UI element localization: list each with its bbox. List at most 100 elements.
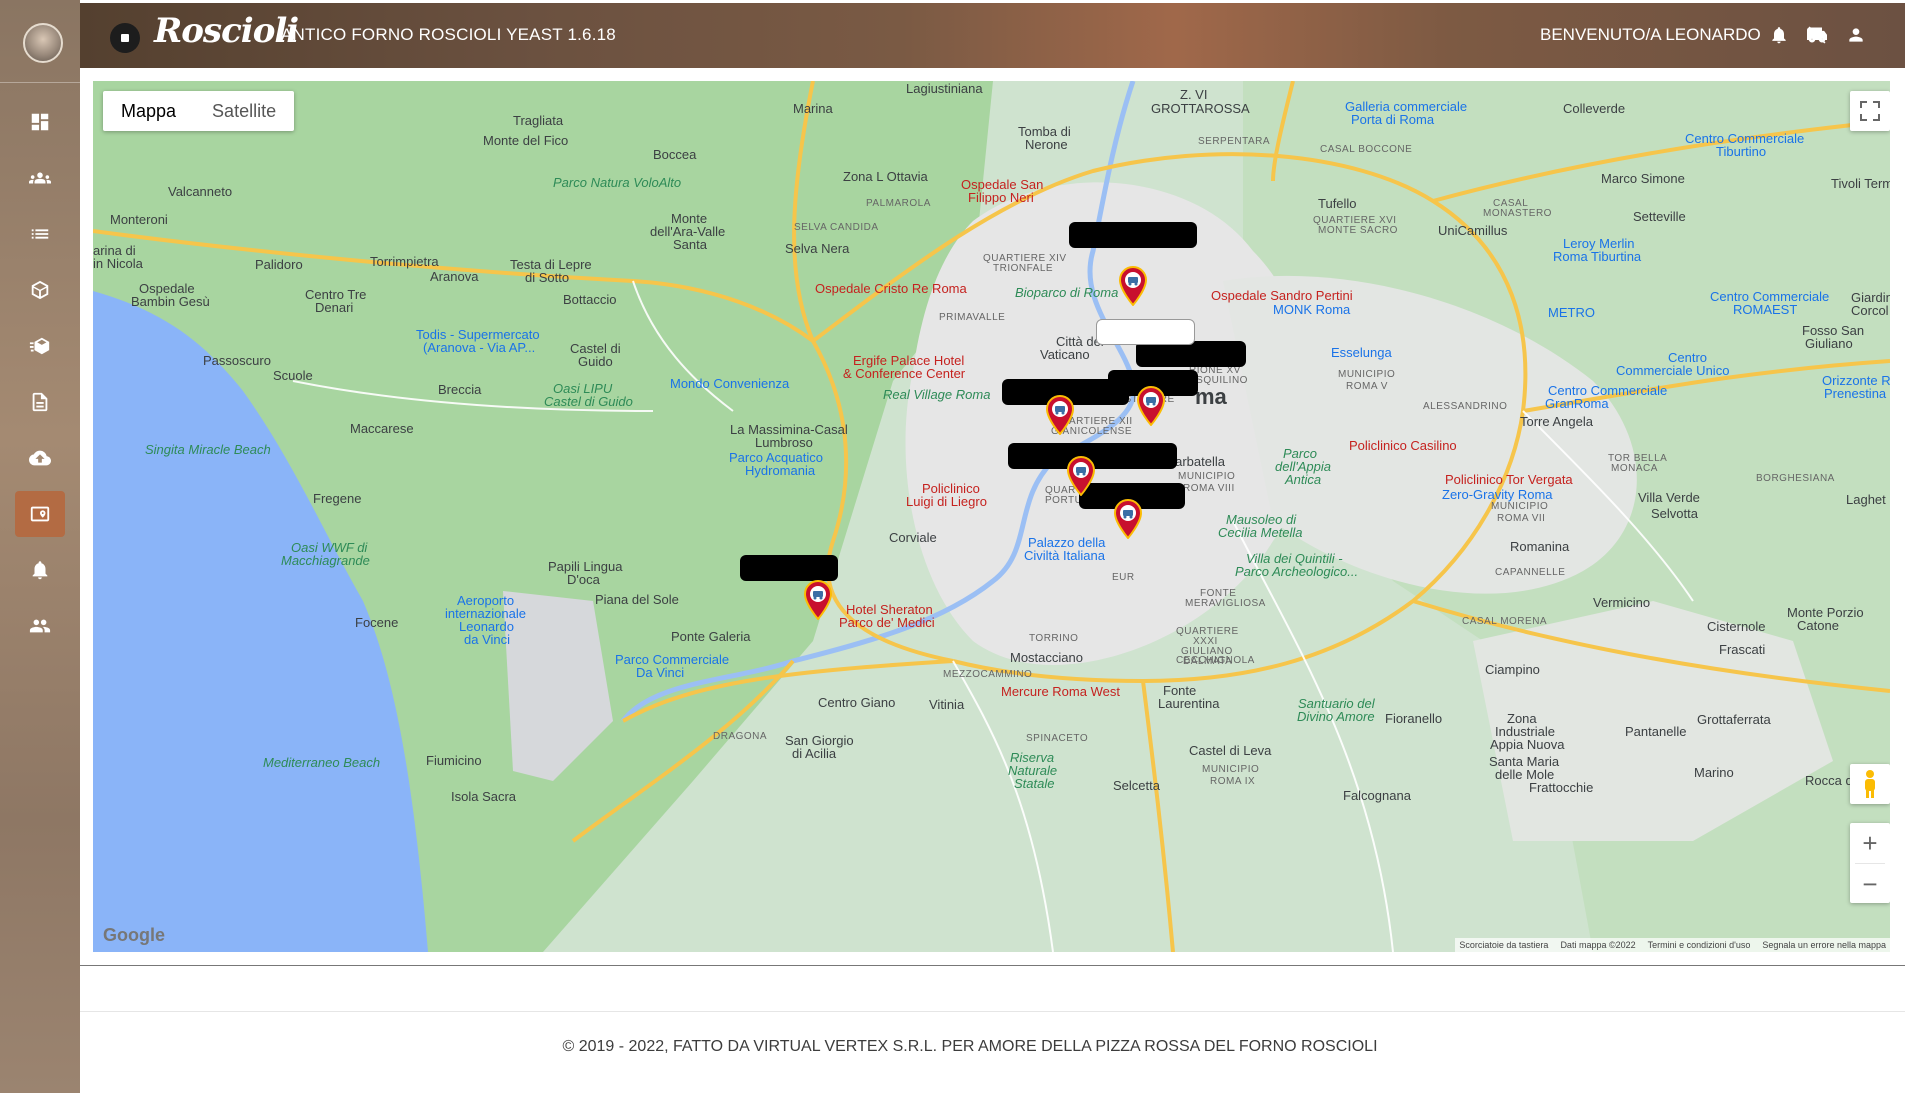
map-district-label: SELVA CANDIDA (794, 222, 879, 233)
map-poi-label[interactable]: Ospedale Sandro Pertini (1211, 288, 1353, 303)
map-poi-label[interactable]: METRO (1548, 305, 1595, 320)
map-district-label: MUNICIPIO (1491, 501, 1549, 512)
map-poi-label[interactable]: Esselunga (1331, 345, 1392, 360)
map-poi-label[interactable]: Commerciale Unico (1616, 363, 1729, 378)
map-place-label: Cisternole (1707, 619, 1766, 634)
map-poi-label[interactable]: Cecilia Metella (1218, 525, 1303, 540)
sidebar-item-groups[interactable] (15, 603, 65, 649)
map-poi-label[interactable]: da Vinci (464, 632, 510, 647)
sidebar-item-dashboard[interactable] (15, 99, 65, 145)
map-place-label: Rocca di (1805, 773, 1856, 788)
marker-info-label[interactable] (1069, 222, 1197, 248)
map-poi-label[interactable]: Zero-Gravity Roma (1442, 487, 1553, 502)
map-poi-label[interactable]: Parco Natura VoloAlto (553, 175, 681, 190)
map-poi-label[interactable]: Mondo Convenienza (670, 376, 789, 391)
street-view-pegman[interactable] (1850, 764, 1890, 804)
map-poi-label[interactable]: ROMAEST (1733, 302, 1797, 317)
map-attribution: Scorciatoie da tastiera Dati mappa ©2022… (1455, 938, 1890, 952)
map-poi-label[interactable]: Da Vinci (636, 665, 684, 680)
map-place-label: Catone (1797, 618, 1839, 633)
notifications-button[interactable] (1769, 25, 1791, 47)
report-error-link[interactable]: Segnala un errore nella mappa (1762, 940, 1886, 950)
map-poi-label[interactable]: Parco Archeologico... (1235, 564, 1358, 579)
map-type-control: Mappa Satellite (103, 91, 295, 131)
map-poi-label[interactable]: Parco de' Medici (839, 615, 935, 630)
map-place-label: Pantanelle (1625, 724, 1687, 739)
map-place-label: Tivoli Terme (1831, 176, 1890, 191)
map-type-satellite-button[interactable]: Satellite (194, 91, 294, 131)
sidebar-item-map[interactable] (15, 491, 65, 537)
map-place-label: Vitinia (929, 697, 965, 712)
map-place-label: Fregene (313, 491, 362, 506)
delivery-marker-icon[interactable] (1066, 456, 1096, 497)
map-poi-label[interactable]: Prenestina (1824, 386, 1886, 401)
map-place-label: Romanina (1510, 539, 1570, 554)
map-poi-label[interactable]: Porta di Roma (1351, 112, 1434, 127)
zoom-in-button[interactable]: + (1862, 823, 1877, 863)
map-poi-label[interactable]: Macchiagrande (281, 553, 370, 568)
map-place-label: Monte del Fico (483, 133, 569, 148)
map-poi-label[interactable]: Mediterraneo Beach (263, 755, 380, 770)
roscioli-logo[interactable]: Roscioli (154, 11, 299, 51)
map-poi-label[interactable]: Luigi di Liegro (906, 494, 987, 509)
terms-link[interactable]: Termini e condizioni d'uso (1648, 940, 1751, 950)
map-place-label: Monteroni (110, 212, 168, 227)
map-poi-label[interactable]: Real Village Roma (883, 387, 990, 402)
marker-info-label[interactable] (740, 555, 838, 581)
map-place-label: Bambin Gesù (131, 294, 210, 309)
no-delivery-button[interactable] (1807, 25, 1829, 47)
keyboard-shortcuts-link[interactable]: Scorciatoie da tastiera (1459, 940, 1548, 950)
map-poi-label[interactable]: Antica (1285, 472, 1321, 487)
map-poi-label[interactable]: MONK Roma (1273, 302, 1350, 317)
map-poi-label[interactable]: GranRoma (1545, 396, 1609, 411)
delivery-marker-icon[interactable] (803, 580, 833, 621)
sidebar-item-deliveries[interactable] (15, 323, 65, 369)
map-poi-label[interactable]: Filippo Neri (968, 190, 1034, 205)
menu-toggle-button[interactable] (110, 23, 140, 53)
map-place-label: Selcetta (1113, 778, 1160, 793)
map-poi-label[interactable]: Ospedale Cristo Re Roma (815, 281, 967, 296)
map-place-label: Marco Simone (1601, 171, 1685, 186)
sidebar-item-documents[interactable] (15, 379, 65, 425)
map-poi-label[interactable]: Mercure Roma West (1001, 684, 1120, 699)
map-poi-label[interactable]: Divino Amore (1297, 709, 1375, 724)
fullscreen-button[interactable] (1850, 91, 1890, 131)
map-poi-label[interactable]: Castel di Guido (544, 394, 633, 409)
sidebar-item-upload[interactable] (15, 435, 65, 481)
map-type-map-button[interactable]: Mappa (103, 91, 194, 131)
map-place-label: Grottaferrata (1697, 712, 1771, 727)
map-poi-label[interactable]: Civiltà Italiana (1024, 548, 1105, 563)
map-place-label: di Acilia (792, 746, 837, 761)
sidebar-item-users[interactable] (15, 155, 65, 201)
bell-icon (32, 561, 48, 580)
map-district-label: ALESSANDRINO (1423, 401, 1508, 412)
google-map[interactable]: Tragliata Marina Tomba di Nerone Z. VI GROTTA… (93, 81, 1890, 952)
delivery-marker-icon[interactable] (1118, 266, 1148, 307)
sidebar-item-list[interactable] (15, 211, 65, 257)
map-poi-label[interactable]: (Aranova - Via AP... (423, 340, 535, 355)
person-icon (1849, 28, 1863, 42)
map-place-label: Piana del Sole (595, 592, 679, 607)
map-place-label: Focene (355, 615, 399, 630)
map-poi-label[interactable]: Bioparco di Roma (1015, 285, 1118, 300)
map-poi-label[interactable]: Singita Miracle Beach (145, 442, 271, 457)
map-poi-label[interactable]: Hydromania (745, 463, 815, 478)
map-poi-label[interactable]: & Conference Center (843, 366, 965, 381)
map-poi-label[interactable]: Tiburtino (1716, 144, 1766, 159)
zoom-out-button[interactable]: − (1855, 863, 1885, 903)
map-poi-label[interactable]: Policlinico Casilino (1349, 438, 1457, 453)
delivery-marker-icon[interactable] (1113, 499, 1143, 540)
sidebar-item-products[interactable] (15, 267, 65, 313)
map-poi-label[interactable]: Statale (1014, 776, 1054, 791)
map-district-label: EUR (1112, 572, 1135, 583)
bell-icon (1772, 27, 1786, 44)
avatar[interactable] (23, 23, 63, 63)
marker-info-label-selected[interactable] (1096, 319, 1195, 345)
user-profile-button[interactable] (1846, 25, 1868, 47)
map-district-label: CASAL BOCCONE (1320, 144, 1413, 155)
map-poi-label[interactable]: Policlinico Tor Vergata (1445, 472, 1573, 487)
sidebar-item-notifications[interactable] (15, 547, 65, 593)
map-poi-label[interactable]: Roma Tiburtina (1553, 249, 1641, 264)
delivery-marker-icon[interactable] (1045, 395, 1075, 436)
delivery-marker-icon[interactable] (1136, 386, 1166, 427)
